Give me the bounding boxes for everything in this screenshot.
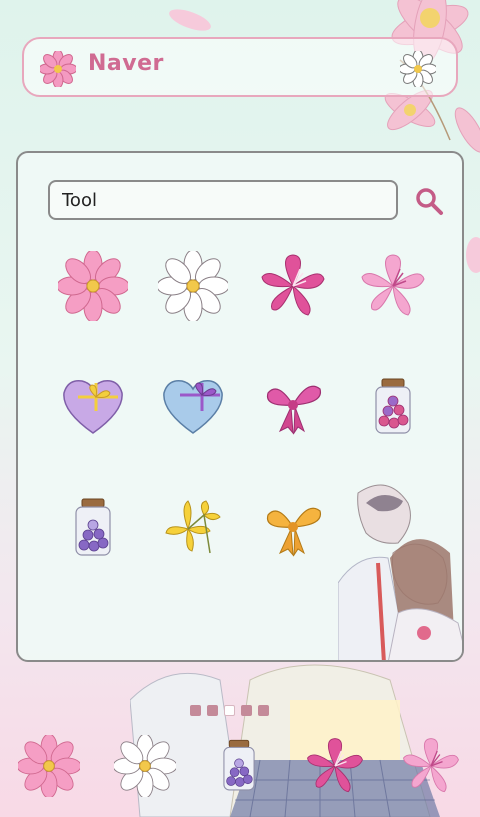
page-dot[interactable] [207,705,218,716]
app-yellow-flower[interactable] [158,493,228,563]
pink-cosmos-icon [56,249,130,323]
magenta-lily-icon [261,254,325,316]
white-cosmos-icon [400,51,436,87]
light-pink-lily-icon [361,254,425,316]
magenta-lily-icon [307,738,363,793]
page-dot[interactable] [190,705,201,716]
berry-jar-icon [75,498,111,556]
background-petal-right [466,237,480,273]
app-blue-heart-box[interactable] [158,371,228,441]
page-indicator [190,705,269,716]
pink-cosmos-icon [40,51,76,87]
orange-bow-icon [266,507,322,557]
app-pink-cosmos[interactable] [56,249,130,323]
dock-white-cosmos[interactable] [112,733,178,799]
pink-cosmos-icon [16,733,82,799]
pink-bow-icon [266,385,322,435]
app-pink-bow[interactable] [258,371,328,441]
app-berry-jar[interactable] [58,493,128,563]
couple-illustration [338,484,462,660]
app-candy-jar[interactable] [358,371,428,441]
naver-search-widget[interactable]: Naver [22,37,458,97]
dock-light-pink-lily[interactable] [400,735,462,797]
purple-heart-box-icon [63,380,123,434]
white-cosmos-icon [112,733,178,799]
app-orange-bow[interactable] [258,493,328,563]
app-folder-panel [16,151,464,662]
dock-pink-cosmos[interactable] [16,733,82,799]
app-light-pink-lily[interactable] [358,251,428,321]
page-dot-active[interactable] [224,705,235,716]
background-petal [169,9,211,31]
yellow-flower-icon [165,500,221,554]
app-magenta-lily[interactable] [258,251,328,321]
page-dot[interactable] [258,705,269,716]
berry-jar-icon [223,739,255,791]
light-pink-lily-icon [403,738,459,793]
dock-magenta-lily[interactable] [304,735,366,797]
white-cosmos-icon [156,249,230,323]
blue-heart-box-icon [163,380,223,434]
app-white-cosmos[interactable] [156,249,230,323]
app-purple-heart-box[interactable] [58,371,128,441]
page-dot[interactable] [241,705,252,716]
widget-title: Naver [88,51,164,76]
candy-jar-icon [375,378,411,434]
dock-berry-jar[interactable] [208,735,270,797]
